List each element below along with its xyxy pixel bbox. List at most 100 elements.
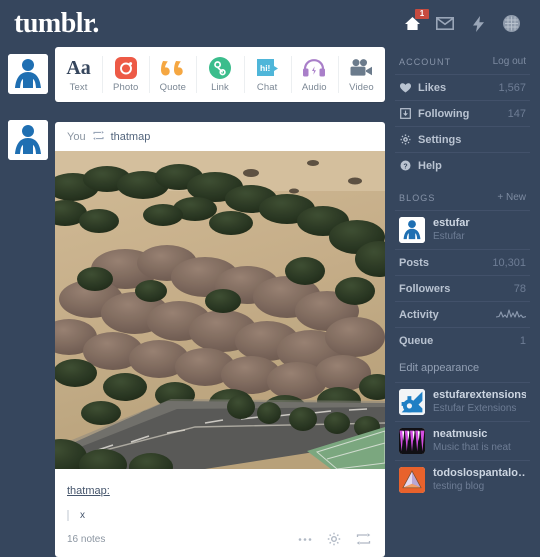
top-navigation-bar: tumblr. 1	[0, 0, 540, 47]
blog-name: estufar	[433, 217, 470, 229]
sidebar-item-followers[interactable]: Followers 78	[395, 275, 530, 301]
sidebar-item-label: Help	[418, 159, 442, 172]
sidebar-item-help[interactable]: ? Help	[395, 152, 530, 178]
queue-count: 1	[519, 334, 526, 347]
blog-name: neatmusic	[433, 428, 488, 440]
blog-todoslospantalones[interactable]: todoslospantalo… testing blog	[395, 460, 530, 499]
sidebar-item-likes[interactable]: Likes 1,567	[395, 74, 530, 100]
blog-description: Estufar	[433, 231, 465, 242]
quote-icon	[160, 57, 185, 79]
video-icon	[349, 57, 373, 79]
sidebar-item-label: Posts	[399, 256, 429, 269]
post-type-photo[interactable]: Photo	[102, 47, 149, 102]
sidebar-item-label: Settings	[418, 133, 462, 146]
home-icon[interactable]: 1	[403, 8, 429, 33]
sidebar-item-label: Following	[418, 107, 470, 120]
text-icon: Aa	[66, 56, 91, 79]
tumblr-dashboard: tumblr. 1 Aa Text Photo Quote Link hi! C…	[0, 0, 540, 557]
sidebar-item-label: Queue	[399, 334, 434, 347]
blog-name: todoslospantalo…	[433, 467, 526, 479]
caption-source-link[interactable]: thatmap:	[67, 485, 110, 497]
blog-primary-estufar[interactable]: estufar Estufar	[395, 210, 530, 249]
followers-count: 78	[513, 282, 526, 295]
reblog-icon[interactable]	[356, 533, 371, 545]
sidebar-item-label: Followers	[399, 282, 451, 295]
blog-estufarextensions[interactable]: estufarextensions Estufar Extensions	[395, 382, 530, 421]
account-section-header: ACCOUNT Log out	[395, 47, 530, 74]
edit-appearance-link[interactable]: Edit appearance	[395, 353, 530, 382]
following-icon	[399, 108, 411, 119]
inbox-icon[interactable]	[436, 15, 454, 33]
post-type-label: Photo	[113, 81, 139, 93]
tumblr-logo[interactable]: tumblr.	[14, 9, 99, 38]
sidebar-item-label: Activity	[399, 308, 439, 321]
post-type-text[interactable]: Aa Text	[55, 47, 102, 102]
purple-spikes-avatar	[399, 428, 425, 454]
account-avatar-icon[interactable]	[502, 15, 520, 33]
post-author-you[interactable]: You	[67, 131, 86, 143]
link-icon	[208, 56, 231, 79]
orange-pyramid-avatar	[399, 467, 425, 493]
following-count: 147	[507, 107, 526, 120]
sidebar-item-settings[interactable]: Settings	[395, 126, 530, 152]
blogs-section-title: BLOGS	[399, 192, 436, 203]
post-type-label: Chat	[256, 81, 278, 93]
post-notes-row: 16 notes	[67, 532, 373, 557]
post-type-video[interactable]: Video	[337, 47, 385, 102]
sidebar-item-posts[interactable]: Posts 10,301	[395, 249, 530, 275]
activity-bolt-icon[interactable]	[469, 15, 487, 33]
sparkline-icon	[495, 307, 527, 322]
likes-count: 1,567	[498, 81, 526, 94]
post-type-label: Text	[69, 81, 88, 93]
svg-text:hi!: hi!	[260, 63, 271, 73]
dashboard-body: Aa Text Photo Quote Link hi! Chat Audio …	[0, 47, 540, 557]
post-type-label: Quote	[159, 81, 187, 93]
right-sidebar: ACCOUNT Log out Likes 1,567 Following 14…	[385, 47, 530, 551]
blog-description: Music that is neat	[433, 442, 511, 453]
post-footer: thatmap: x 16 notes	[55, 469, 385, 557]
blog-name: estufarextensions	[433, 389, 526, 401]
sidebar-item-queue[interactable]: Queue 1	[395, 327, 530, 353]
blog-neatmusic[interactable]: neatmusic Music that is neat	[395, 421, 530, 460]
home-notification-badge: 1	[415, 8, 429, 19]
post-type-label: Video	[349, 81, 374, 93]
person-avatar	[399, 217, 425, 243]
help-icon: ?	[399, 160, 411, 171]
notes-count[interactable]: 16 notes	[67, 534, 105, 545]
post-type-label: Link	[211, 81, 229, 93]
new-blog-link[interactable]: + New	[497, 192, 526, 203]
post-type-chat[interactable]: hi! Chat	[243, 47, 291, 102]
nav-icon-group: 1	[403, 8, 528, 33]
post-source-blog[interactable]: thatmap	[111, 131, 151, 143]
account-section-title: ACCOUNT	[399, 56, 452, 67]
post-settings-gear-icon[interactable]	[327, 532, 341, 546]
post-type-bar: Aa Text Photo Quote Link hi! Chat Audio …	[55, 47, 385, 102]
post-type-quote[interactable]: Quote	[149, 47, 196, 102]
gear-blue-avatar	[399, 389, 425, 415]
avatar[interactable]	[8, 120, 48, 160]
sidebar-item-following[interactable]: Following 147	[395, 100, 530, 126]
reblog-icon	[92, 130, 104, 143]
left-avatar-rail	[0, 47, 55, 551]
posts-count: 10,301	[492, 256, 526, 269]
photo-icon	[114, 56, 137, 79]
post-type-audio[interactable]: Audio	[290, 47, 338, 102]
heart-icon	[399, 82, 411, 93]
more-options-icon[interactable]	[298, 537, 312, 542]
logout-link[interactable]: Log out	[493, 56, 526, 67]
sidebar-item-activity[interactable]: Activity	[395, 301, 530, 327]
blog-description: testing blog	[433, 481, 485, 492]
dashboard-feed-column: Aa Text Photo Quote Link hi! Chat Audio …	[55, 47, 385, 557]
blog-description: Estufar Extensions	[433, 403, 517, 414]
svg-text:?: ?	[403, 163, 407, 170]
audio-icon	[302, 57, 326, 79]
post-type-link[interactable]: Link	[196, 47, 243, 102]
caption-quote: x	[67, 510, 373, 521]
sidebar-item-label: Likes	[418, 81, 447, 94]
post-card: You thatmap thatmap: x 16 notes	[55, 122, 385, 557]
post-header: You thatmap	[55, 122, 385, 151]
avatar[interactable]	[8, 54, 48, 94]
post-photo[interactable]	[55, 151, 385, 469]
chat-icon: hi!	[255, 57, 280, 79]
blogs-section-header: BLOGS + New	[395, 178, 530, 210]
